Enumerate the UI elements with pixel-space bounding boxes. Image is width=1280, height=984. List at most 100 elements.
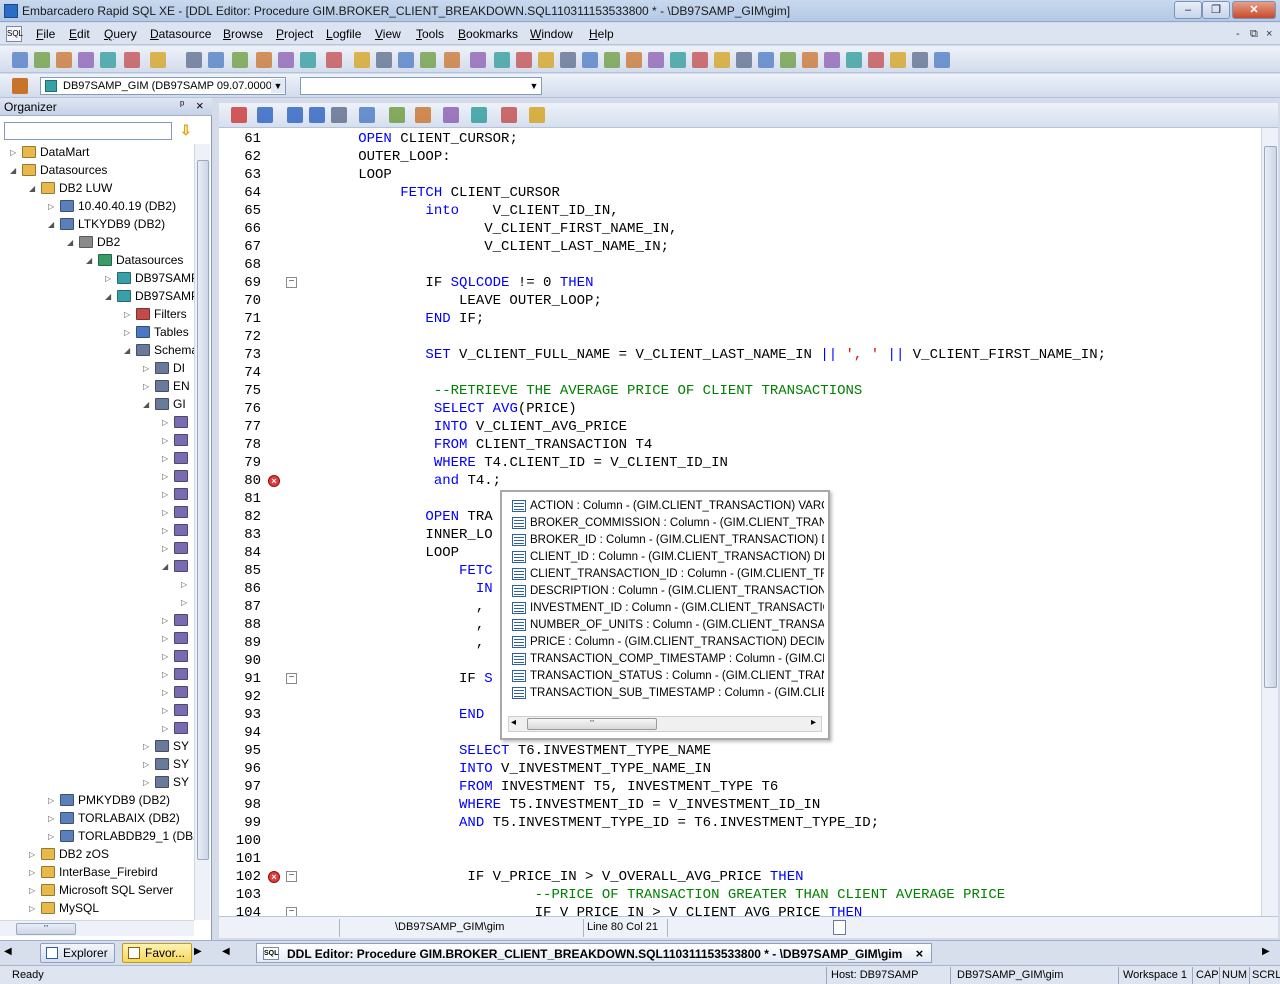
toolbar-button[interactable] bbox=[232, 52, 248, 68]
code-line[interactable]: OUTER_LOOP: bbox=[291, 148, 450, 166]
toolbar-button[interactable] bbox=[912, 52, 928, 68]
tree-item[interactable]: ◢ DB2 bbox=[0, 234, 194, 252]
pin-icon[interactable]: ᵖ bbox=[180, 99, 184, 111]
tree-item[interactable]: ▷ bbox=[0, 648, 194, 666]
code-line[interactable]: OPEN CLIENT_CURSOR; bbox=[291, 130, 518, 148]
editor-toolbar-button[interactable] bbox=[415, 107, 431, 123]
code-line[interactable]: WHERE T5.INVESTMENT_ID = V_INVESTMENT_ID… bbox=[291, 796, 820, 814]
tab-favorites[interactable]: Favor... bbox=[122, 943, 193, 963]
toolbar-button[interactable] bbox=[354, 52, 370, 68]
toolbar-button[interactable] bbox=[34, 52, 50, 68]
expand-icon[interactable]: ▷ bbox=[29, 904, 35, 913]
expand-icon[interactable]: ▷ bbox=[162, 688, 168, 697]
toolbar-button[interactable] bbox=[692, 52, 708, 68]
toolbar-button[interactable] bbox=[420, 52, 436, 68]
tree-item[interactable]: ▷ 10.40.40.19 (DB2) bbox=[0, 198, 194, 216]
scroll-left-icon[interactable]: ◂ bbox=[511, 717, 516, 728]
toolbar-button[interactable] bbox=[758, 52, 774, 68]
expand-icon[interactable]: ▷ bbox=[162, 652, 168, 661]
tree-item[interactable]: ▷ TORLABAIX (DB2) bbox=[0, 810, 194, 828]
expand-icon[interactable]: ▷ bbox=[48, 796, 54, 805]
menu-help[interactable]: Help bbox=[589, 27, 614, 41]
code-line[interactable]: LOOP bbox=[291, 544, 459, 562]
datasource-icon[interactable] bbox=[12, 78, 28, 94]
toolbar-button[interactable] bbox=[376, 52, 392, 68]
tree-item[interactable]: ◢ bbox=[0, 558, 194, 576]
collapse-icon[interactable]: ◢ bbox=[86, 256, 92, 265]
tree-item[interactable]: ▷ DB2 zOS bbox=[0, 846, 194, 864]
autocomplete-item[interactable]: TRANSACTION_COMP_TIMESTAMP : Column - (G… bbox=[512, 653, 824, 670]
tree-item[interactable]: ▷ bbox=[0, 540, 194, 558]
menu-file[interactable]: File bbox=[36, 27, 55, 41]
close-button[interactable]: ✕ bbox=[1232, 1, 1276, 19]
scrollbar-thumb[interactable] bbox=[1264, 146, 1277, 688]
toolbar-button[interactable] bbox=[604, 52, 620, 68]
expand-icon[interactable]: ▷ bbox=[162, 724, 168, 733]
expand-icon[interactable]: ▷ bbox=[162, 490, 168, 499]
code-line[interactable]: WHERE T4.CLIENT_ID = V_CLIENT_ID_IN bbox=[291, 454, 728, 472]
expand-icon[interactable]: ▷ bbox=[162, 508, 168, 517]
document-menu-icon[interactable]: SQL bbox=[6, 26, 23, 42]
tab-scroll-left-icon[interactable]: ◀ bbox=[4, 946, 12, 957]
expand-icon[interactable]: ▷ bbox=[162, 544, 168, 553]
toolbar-button[interactable] bbox=[78, 52, 94, 68]
tree-item[interactable]: ▷ Microsoft SQL Server bbox=[0, 882, 194, 900]
toolbar-button[interactable] bbox=[256, 52, 272, 68]
editor-toolbar-button[interactable] bbox=[389, 107, 405, 123]
expand-icon[interactable]: ▷ bbox=[143, 778, 149, 787]
editor-toolbar-button[interactable] bbox=[257, 107, 273, 123]
editor-toolbar-button[interactable] bbox=[471, 107, 487, 123]
expand-icon[interactable]: ▷ bbox=[162, 418, 168, 427]
expand-icon[interactable]: ▷ bbox=[124, 310, 130, 319]
tree-item[interactable]: ▷ DataMart bbox=[0, 144, 194, 162]
toolbar-button[interactable] bbox=[846, 52, 862, 68]
doc-tab-scroll-right-icon[interactable]: ▶ bbox=[1262, 946, 1270, 957]
tree-item[interactable]: ▷ SY bbox=[0, 738, 194, 756]
tree-item[interactable]: ◢ Schemas bbox=[0, 342, 194, 360]
tree-item[interactable]: ▷ InterBase_Firebird bbox=[0, 864, 194, 882]
collapse-icon[interactable]: ◢ bbox=[124, 346, 130, 355]
tree-item[interactable]: ▷ bbox=[0, 468, 194, 486]
menu-datasource[interactable]: Datasource bbox=[150, 27, 211, 41]
expand-icon[interactable]: ▷ bbox=[162, 706, 168, 715]
autocomplete-item[interactable]: INVESTMENT_ID : Column - (GIM.CLIENT_TRA… bbox=[512, 602, 824, 619]
toolbar-button[interactable] bbox=[626, 52, 642, 68]
code-line[interactable]: IF V_PRICE_IN > V_OVERALL_AVG_PRICE THEN bbox=[291, 868, 803, 886]
autocomplete-item[interactable]: DESCRIPTION : Column - (GIM.CLIENT_TRANS… bbox=[512, 585, 824, 602]
expand-icon[interactable]: ▷ bbox=[162, 526, 168, 535]
error-icon[interactable]: × bbox=[268, 475, 280, 487]
expand-icon[interactable]: ▷ bbox=[143, 382, 149, 391]
code-line[interactable]: --RETRIEVE THE AVERAGE PRICE OF CLIENT T… bbox=[291, 382, 862, 400]
code-line[interactable]: FROM CLIENT_TRANSACTION T4 bbox=[291, 436, 652, 454]
tree-item[interactable]: ▷ bbox=[0, 720, 194, 738]
menu-view[interactable]: View bbox=[375, 27, 401, 41]
expand-icon[interactable]: ▷ bbox=[48, 814, 54, 823]
expand-icon[interactable]: ▷ bbox=[162, 436, 168, 445]
tree-item[interactable]: ▷ bbox=[0, 450, 194, 468]
organizer-vertical-scrollbar[interactable] bbox=[194, 144, 210, 920]
menu-bookmarks[interactable]: Bookmarks bbox=[458, 27, 518, 41]
expand-icon[interactable]: ▷ bbox=[48, 202, 54, 211]
tree-item[interactable]: ▷ MySQL bbox=[0, 900, 194, 918]
mdi-minimize-button[interactable]: - bbox=[1236, 28, 1240, 40]
expand-icon[interactable]: ▷ bbox=[162, 634, 168, 643]
tree-item[interactable]: ▷ SY bbox=[0, 774, 194, 792]
code-line[interactable]: INTO V_INVESTMENT_TYPE_NAME_IN bbox=[291, 760, 711, 778]
tree-item[interactable]: ▷ PMKYDB9 (DB2) bbox=[0, 792, 194, 810]
autocomplete-item[interactable]: CLIENT_TRANSACTION_ID : Column - (GIM.CL… bbox=[512, 568, 824, 585]
tree-item[interactable]: ▷ bbox=[0, 576, 194, 594]
code-line[interactable]: , bbox=[291, 598, 484, 616]
code-line[interactable]: IF V_PRICE_IN > V_CLIENT_AVG_PRICE THEN bbox=[291, 904, 863, 916]
code-line[interactable]: END bbox=[291, 706, 484, 724]
toolbar-button[interactable] bbox=[12, 52, 28, 68]
tree-item[interactable]: ▷ bbox=[0, 522, 194, 540]
toolbar-button[interactable] bbox=[516, 52, 532, 68]
code-line[interactable]: LEAVE OUTER_LOOP; bbox=[291, 292, 602, 310]
restore-button[interactable]: ❐ bbox=[1202, 1, 1230, 19]
code-line[interactable]: IN bbox=[291, 580, 493, 598]
code-line[interactable]: IF S bbox=[291, 670, 493, 688]
scroll-right-icon[interactable]: ▸ bbox=[811, 717, 816, 728]
autocomplete-popup[interactable]: ACTION : Column - (GIM.CLIENT_TRANSACTIO… bbox=[500, 490, 830, 740]
tree-item[interactable]: ▷ bbox=[0, 504, 194, 522]
editor-toolbar-button[interactable] bbox=[331, 107, 347, 123]
